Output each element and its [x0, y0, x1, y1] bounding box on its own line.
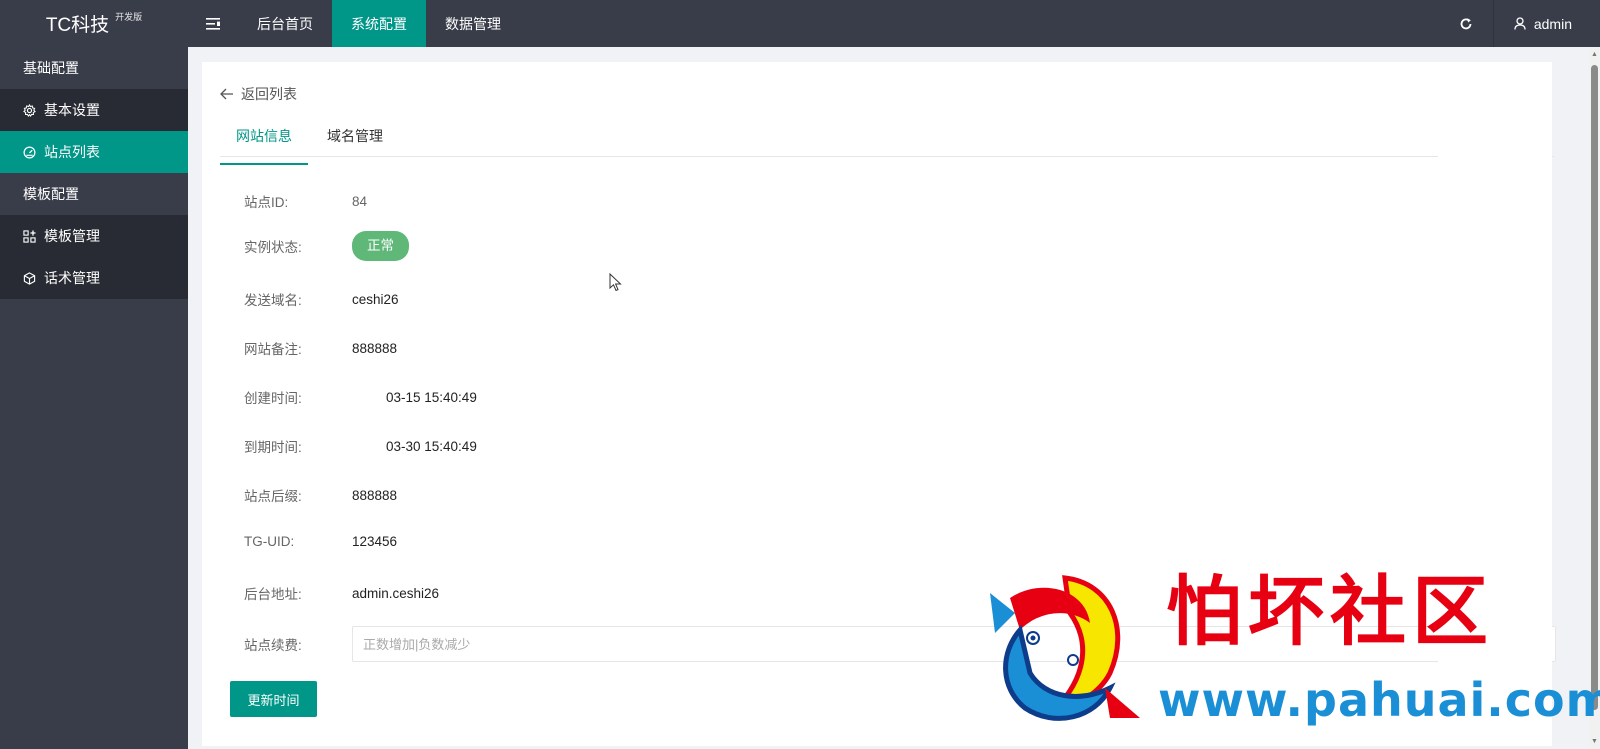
refresh-button[interactable]	[1440, 0, 1494, 47]
field-site-id: 站点ID: 84	[244, 191, 367, 211]
brand-logo[interactable]: TC科技 开发版	[0, 0, 188, 47]
scroll-down-icon[interactable]: ▼	[1591, 738, 1598, 745]
field-send-domain: 发送域名: ceshi26	[244, 289, 399, 309]
tab-site-info[interactable]: 网站信息	[220, 126, 308, 165]
nav-data-management[interactable]: 数据管理	[426, 0, 520, 47]
field-value: 03-30 15:40:49	[386, 438, 477, 454]
field-value: 888888	[352, 340, 398, 356]
field-label: 到期时间:	[244, 440, 302, 455]
sidebar-item-label: 站点列表	[44, 144, 100, 160]
sidebar-item-template-management[interactable]: 模板管理	[0, 215, 188, 257]
sidebar-group-basic: 基础配置	[23, 60, 79, 76]
field-site-note: 网站备注: 888888	[244, 338, 397, 358]
user-icon	[1514, 17, 1526, 30]
top-right-tools: admin	[1440, 0, 1600, 47]
field-label: 站点续费:	[244, 638, 302, 653]
field-label: 后台地址:	[244, 587, 302, 602]
field-value: 123456	[352, 534, 398, 549]
watermark: 怕坏社区 www.pahuai.com	[970, 568, 1600, 738]
page-scrollbar[interactable]: ▲ ▼	[1589, 47, 1600, 749]
dashboard-icon	[23, 146, 36, 158]
field-label: 站点ID:	[244, 195, 289, 210]
field-expire-time: 到期时间: 03-30 15:40:49	[244, 436, 477, 456]
field-label: 创建时间:	[244, 391, 302, 406]
brand-name: TC科技	[45, 15, 110, 36]
scroll-up-icon[interactable]: ▲	[1591, 51, 1598, 58]
field-label: 网站备注:	[244, 342, 302, 357]
field-value: 888888	[352, 487, 398, 503]
update-time-button[interactable]: 更新时间	[230, 681, 317, 717]
fish-logo-icon	[990, 575, 1140, 721]
field-value: admin.ceshi26	[352, 585, 440, 601]
brand-edition: 开发版	[115, 12, 143, 22]
gear-icon	[23, 103, 36, 117]
user-menu[interactable]: admin	[1494, 0, 1600, 47]
nav-home[interactable]: 后台首页	[238, 0, 332, 47]
status-badge: 正常	[352, 231, 409, 261]
watermark-text: 怕坏社区	[1166, 571, 1494, 655]
grid-icon	[23, 229, 36, 243]
field-tg-uid: TG-UID: 123456	[244, 534, 397, 549]
watermark-url: www.pahuai.com	[1158, 673, 1600, 727]
sidebar-item-label: 基本设置	[44, 102, 100, 118]
field-label: TG-UID:	[244, 534, 295, 549]
sidebar-item-label: 话术管理	[44, 270, 100, 286]
field-value: ceshi26	[352, 291, 399, 307]
arrow-left-icon	[220, 88, 233, 100]
field-label: 实例状态:	[244, 240, 302, 255]
field-create-time: 创建时间: 03-15 15:40:49	[244, 387, 477, 407]
top-bar: TC科技 开发版 后台首页 系统配置 数据管理 admin	[0, 0, 1600, 47]
sidebar-item-basic-settings[interactable]: 基本设置	[0, 89, 188, 131]
field-label: 发送域名:	[244, 293, 302, 308]
field-admin-url: 后台地址: admin.ceshi26	[244, 583, 439, 603]
tabs-divider	[220, 156, 1554, 157]
menu-toggle-button[interactable]	[188, 0, 238, 47]
back-label: 返回列表	[241, 86, 297, 102]
nav-system-config[interactable]: 系统配置	[332, 0, 426, 47]
sidebar: 基础配置 基本设置 站点列表 模板配置 模板管理 话术管理	[0, 47, 188, 749]
cube-icon	[23, 271, 36, 285]
tab-domain-management[interactable]: 域名管理	[327, 126, 383, 163]
sidebar-item-script-management[interactable]: 话术管理	[0, 257, 188, 299]
refresh-icon	[1460, 17, 1472, 29]
scroll-thumb[interactable]	[1591, 65, 1598, 710]
field-value: 84	[352, 193, 368, 209]
field-site-suffix: 站点后缀: 888888	[244, 485, 397, 505]
menu-icon	[206, 17, 220, 30]
field-label: 站点后缀:	[244, 489, 302, 504]
field-value: 03-15 15:40:49	[386, 389, 477, 405]
field-instance-status: 实例状态: 正常	[244, 231, 409, 261]
mouse-cursor-icon	[609, 273, 622, 292]
user-name: admin	[1533, 15, 1572, 32]
sidebar-item-site-list[interactable]: 站点列表	[0, 131, 188, 173]
sidebar-group-template: 模板配置	[23, 186, 79, 202]
sidebar-item-label: 模板管理	[44, 228, 100, 244]
back-to-list-link[interactable]: 返回列表	[220, 84, 297, 104]
